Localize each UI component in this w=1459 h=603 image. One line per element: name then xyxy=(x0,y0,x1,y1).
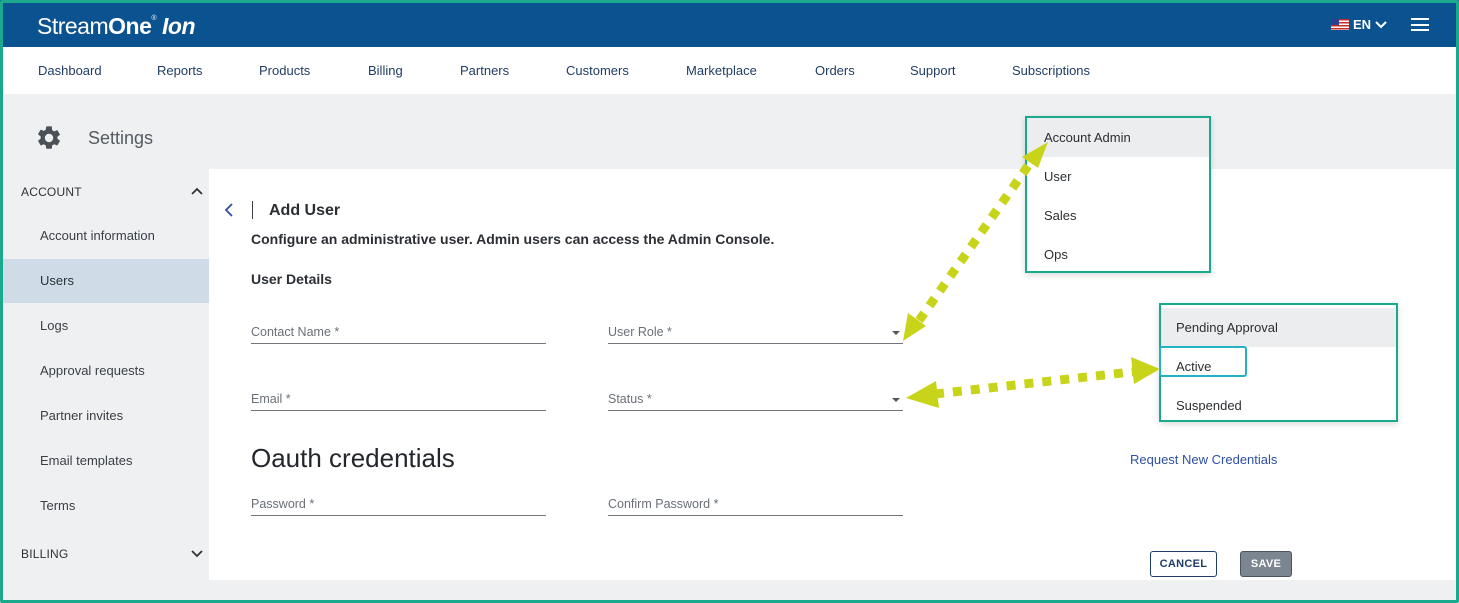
status-label: Status * xyxy=(608,392,652,406)
language-label: EN xyxy=(1353,17,1372,32)
email-input[interactable] xyxy=(251,389,546,409)
role-option-user[interactable]: User xyxy=(1027,157,1209,196)
page-description: Configure an administrative user. Admin … xyxy=(251,231,775,247)
title-divider xyxy=(252,201,253,219)
sidebar-item-partner-invites[interactable]: Partner invites xyxy=(0,394,209,438)
dropdown-arrow-icon xyxy=(892,331,900,335)
save-button[interactable]: SAVE xyxy=(1240,551,1292,577)
sidebar-item-account-information[interactable]: Account information xyxy=(0,214,209,258)
dropdown-arrow-icon xyxy=(892,398,900,402)
user-role-label: User Role * xyxy=(608,325,672,339)
status-select[interactable]: Status * xyxy=(608,389,903,411)
registered-mark: ® xyxy=(151,15,157,22)
chevron-down-icon xyxy=(1375,20,1387,28)
confirm-password-field[interactable] xyxy=(608,494,903,516)
sidebar-item-email-templates[interactable]: Email templates xyxy=(0,439,209,483)
request-credentials-link[interactable]: Request New Credentials xyxy=(1130,452,1277,467)
nav-billing[interactable]: Billing xyxy=(368,63,403,78)
nav-subscriptions[interactable]: Subscriptions xyxy=(1012,63,1090,78)
status-option-suspended[interactable]: Suspended xyxy=(1161,386,1396,425)
nav-orders[interactable]: Orders xyxy=(815,63,855,78)
cancel-button[interactable]: CANCEL xyxy=(1150,551,1217,577)
user-role-menu: Account Admin User Sales Ops xyxy=(1025,116,1211,273)
role-option-ops[interactable]: Ops xyxy=(1027,235,1209,274)
nav-partners[interactable]: Partners xyxy=(460,63,509,78)
active-option-highlight xyxy=(1159,346,1247,377)
brand-name-part1: Stream xyxy=(37,13,109,39)
top-header: StreamOne® Ion EN xyxy=(0,0,1459,47)
brand-logo[interactable]: StreamOne® Ion xyxy=(37,13,196,40)
section-account[interactable]: ACCOUNT xyxy=(21,185,82,199)
hamburger-icon[interactable] xyxy=(1411,18,1429,31)
password-input[interactable] xyxy=(251,494,546,514)
us-flag-icon xyxy=(1331,19,1349,30)
settings-title: Settings xyxy=(88,127,154,148)
confirm-password-input[interactable] xyxy=(608,494,903,514)
nav-products[interactable]: Products xyxy=(259,63,310,78)
main-nav: Dashboard Reports Products Billing Partn… xyxy=(0,47,1459,94)
nav-customers[interactable]: Customers xyxy=(566,63,629,78)
user-role-select[interactable]: User Role * xyxy=(608,322,903,344)
settings-header: Settings xyxy=(35,124,153,152)
email-field[interactable] xyxy=(251,389,546,411)
nav-support[interactable]: Support xyxy=(910,63,956,78)
brand-name-part2: One xyxy=(108,13,152,39)
page-title: Add User xyxy=(269,202,341,219)
sidebar-item-approval-requests[interactable]: Approval requests xyxy=(0,349,209,393)
role-option-account-admin[interactable]: Account Admin xyxy=(1027,118,1209,157)
nav-marketplace[interactable]: Marketplace xyxy=(686,63,757,78)
status-option-pending-approval[interactable]: Pending Approval xyxy=(1161,308,1396,347)
nav-reports[interactable]: Reports xyxy=(157,63,203,78)
nav-dashboard[interactable]: Dashboard xyxy=(38,63,102,78)
chevron-left-icon[interactable] xyxy=(224,203,234,217)
role-option-sales[interactable]: Sales xyxy=(1027,196,1209,235)
section-billing[interactable]: BILLING xyxy=(21,547,68,561)
user-details-heading: User Details xyxy=(251,271,332,287)
settings-sidebar: ACCOUNT Account information Users Logs A… xyxy=(0,169,209,603)
language-selector[interactable]: EN xyxy=(1331,17,1387,32)
brand-name-part3: Ion xyxy=(162,13,196,39)
sidebar-item-users[interactable]: Users xyxy=(0,259,209,303)
sidebar-item-terms[interactable]: Terms xyxy=(0,484,209,528)
password-field[interactable] xyxy=(251,494,546,516)
sidebar-item-logs[interactable]: Logs xyxy=(0,304,209,348)
contact-name-field[interactable] xyxy=(251,322,546,344)
contact-name-input[interactable] xyxy=(251,322,546,342)
chevron-up-icon[interactable] xyxy=(191,187,203,195)
chevron-down-icon[interactable] xyxy=(191,550,203,558)
oauth-heading: Oauth credentials xyxy=(251,443,455,473)
gear-icon xyxy=(38,126,60,149)
